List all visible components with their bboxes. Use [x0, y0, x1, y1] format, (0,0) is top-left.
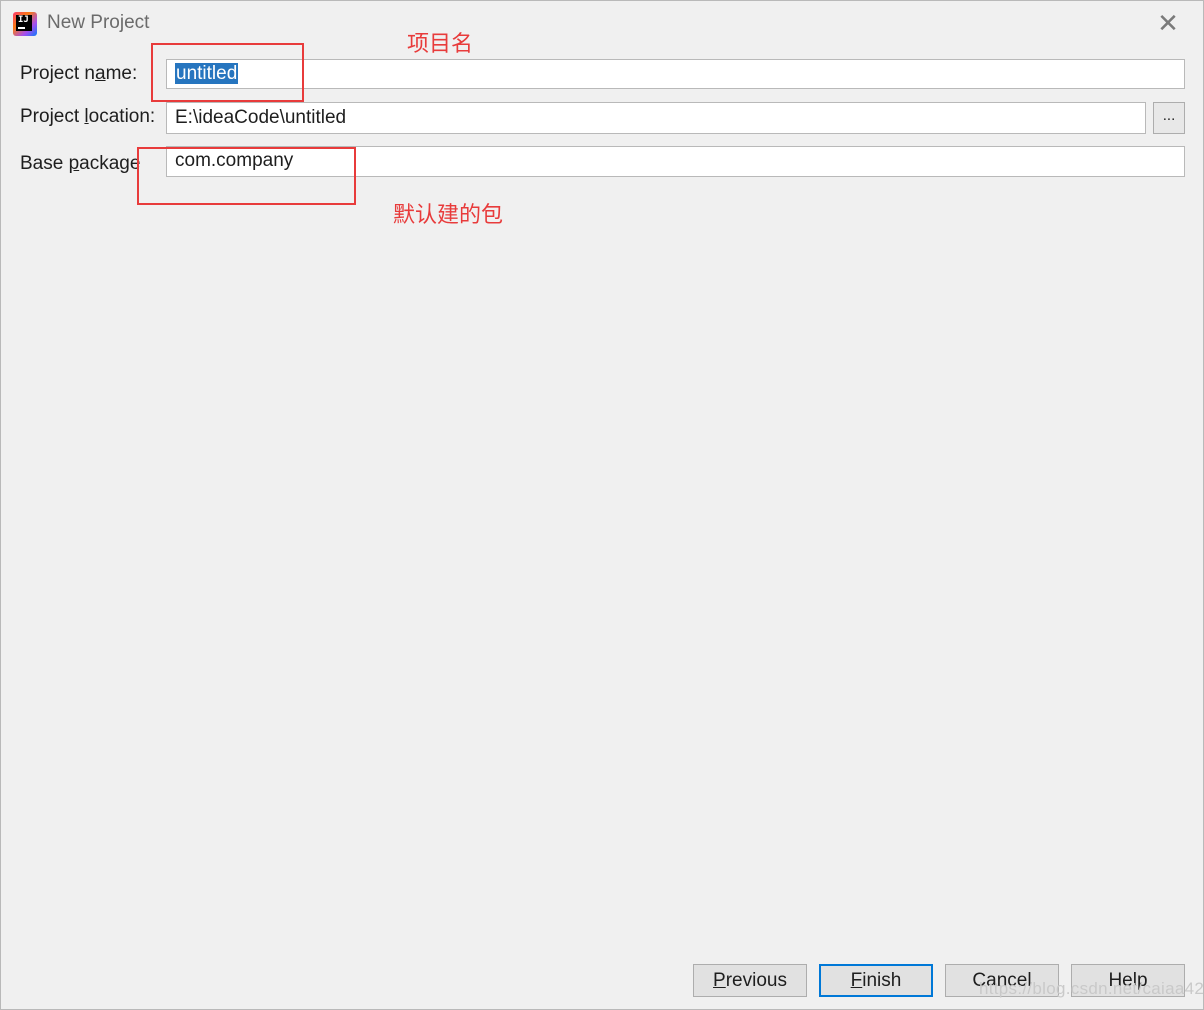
close-icon[interactable]: ✕ — [1157, 11, 1179, 37]
project-name-label: Project name: — [20, 63, 138, 84]
annotation-box-base-package — [137, 147, 356, 205]
window-title: New Project — [47, 12, 150, 33]
annotation-project-name-note: 项目名 — [407, 32, 474, 57]
finish-button[interactable]: Finish — [819, 964, 933, 997]
project-location-value: E:\ideaCode\untitled — [175, 107, 347, 128]
previous-button[interactable]: Previous — [693, 964, 807, 997]
annotation-box-project-name — [151, 43, 304, 102]
browse-location-button[interactable]: ... — [1153, 102, 1185, 134]
base-package-label: Base package — [20, 153, 141, 174]
annotation-base-package-note: 默认建的包 — [393, 203, 504, 228]
project-name-input[interactable]: untitled — [166, 59, 1185, 89]
project-location-label: Project location: — [20, 106, 156, 127]
intellij-logo-icon: IJ — [13, 12, 37, 36]
new-project-dialog: IJ New Project ✕ Project name: untitled … — [0, 0, 1204, 1010]
help-button[interactable]: Help — [1071, 964, 1185, 997]
title-bar: IJ New Project ✕ — [1, 1, 1203, 47]
cancel-button[interactable]: Cancel — [945, 964, 1059, 997]
project-location-input[interactable]: E:\ideaCode\untitled — [166, 102, 1146, 134]
